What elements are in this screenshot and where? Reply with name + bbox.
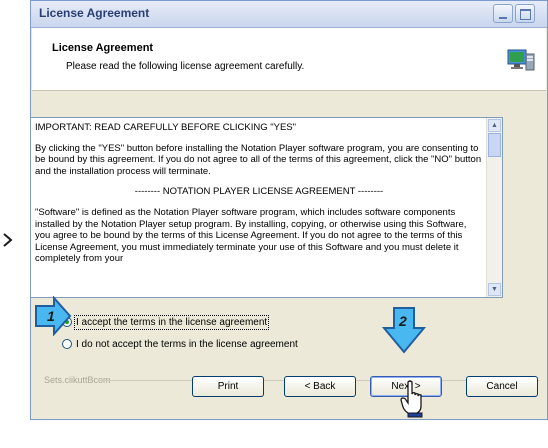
license-text: IMPORTANT: READ CAREFULLY BEFORE CLICKIN… — [35, 122, 483, 274]
license-paragraph: IMPORTANT: READ CAREFULLY BEFORE CLICKIN… — [35, 122, 297, 133]
decline-radio-label[interactable]: I do not accept the terms in the license… — [76, 339, 298, 350]
decline-option[interactable]: I do not accept the terms in the license… — [62, 336, 298, 352]
scroll-thumb[interactable] — [488, 133, 501, 157]
license-paragraph: "Software" is defined as the Notation Pl… — [35, 206, 467, 265]
maximize-button[interactable] — [515, 4, 535, 23]
cancel-button[interactable]: Cancel — [466, 376, 538, 397]
license-paragraph: -------- NOTATION PLAYER LICENSE AGREEME… — [134, 186, 384, 198]
accept-option[interactable]: I accept the terms in the license agreem… — [62, 314, 270, 330]
computer-install-icon — [507, 49, 535, 71]
step-2-label: 2 — [398, 313, 407, 329]
decline-radio[interactable] — [62, 339, 72, 349]
license-text-box[interactable]: IMPORTANT: READ CAREFULLY BEFORE CLICKIN… — [30, 117, 503, 298]
accept-radio-label[interactable]: I accept the terms in the license agreem… — [73, 314, 270, 330]
license-paragraph: By clicking the "YES" button before inst… — [35, 142, 482, 177]
step-1-label: 1 — [47, 308, 55, 324]
step-1-arrow-icon: 1 — [35, 296, 72, 336]
hand-pointer-icon — [400, 380, 423, 418]
scroll-up-arrow-icon[interactable]: ▲ — [488, 119, 501, 132]
title-bar[interactable]: License Agreement — [31, 1, 547, 28]
header-subtitle: Please read the following license agreem… — [66, 61, 305, 72]
minimize-button[interactable] — [493, 4, 513, 23]
scroll-down-arrow-icon[interactable]: ▼ — [488, 283, 501, 296]
back-button[interactable]: < Back — [284, 376, 356, 397]
dialog-header: License Agreement Please read the follow… — [32, 28, 546, 91]
window-title: License Agreement — [39, 6, 150, 20]
print-button[interactable]: Print — [192, 376, 264, 397]
header-title: License Agreement — [52, 42, 154, 54]
step-2-arrow-icon: 2 — [382, 307, 426, 354]
side-arrow-icon — [3, 233, 13, 247]
vertical-scrollbar[interactable]: ▲ ▼ — [486, 118, 502, 297]
